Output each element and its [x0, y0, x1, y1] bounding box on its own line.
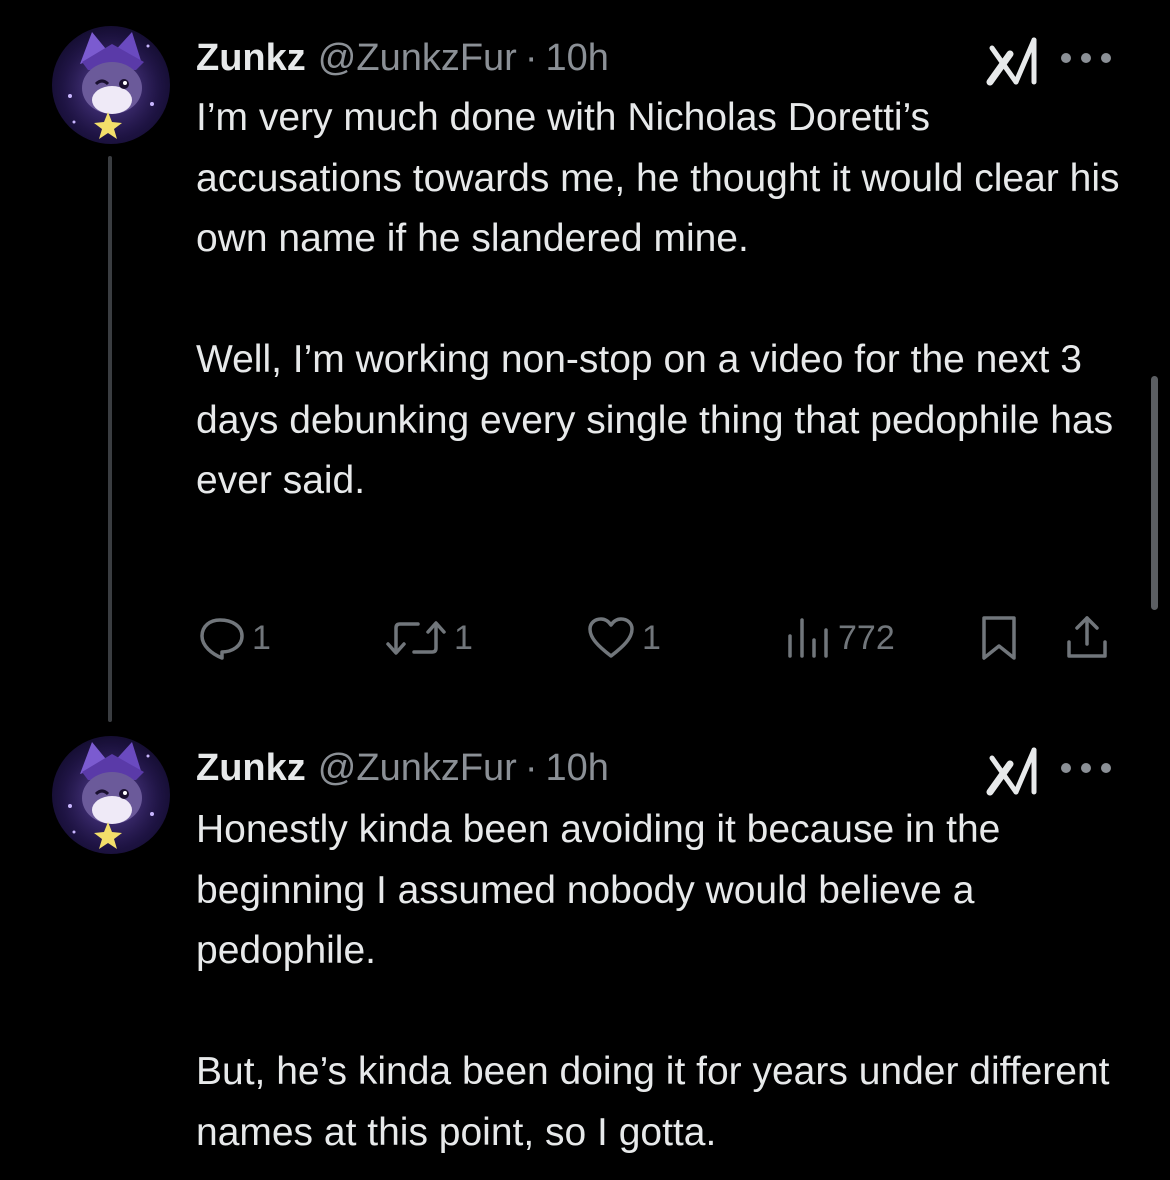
timestamp[interactable]: 10h — [546, 738, 609, 798]
tweet-paragraph: But, he’s kinda been doing it for years … — [196, 1050, 1110, 1154]
author-handle[interactable]: @ZunkzFur — [318, 28, 517, 88]
furry-character-avatar-icon — [52, 736, 170, 854]
more-options-icon[interactable] — [1058, 760, 1114, 776]
tweet-actions: 1 1 1 772 — [0, 608, 1170, 668]
heart-icon — [588, 617, 634, 658]
separator-dot: · — [524, 37, 538, 79]
tweet-text: I’m very much done with Nicholas Doretti… — [196, 88, 1136, 512]
avatar[interactable] — [52, 736, 170, 854]
furry-character-avatar-icon — [52, 26, 170, 144]
views-count: 772 — [838, 618, 895, 657]
retweet-icon — [386, 621, 446, 655]
bookmark-icon — [982, 616, 1016, 660]
grok-x-icon[interactable] — [986, 34, 1044, 86]
bookmark-button[interactable] — [978, 608, 1020, 668]
reply-button[interactable]: 1 — [198, 608, 271, 668]
grok-x-icon[interactable] — [986, 744, 1044, 796]
author-name[interactable]: Zunkz — [196, 738, 306, 798]
views-chart-icon — [788, 618, 828, 658]
reply-count: 1 — [252, 618, 271, 657]
retweet-count: 1 — [454, 618, 473, 657]
views-button[interactable]: 772 — [784, 608, 895, 668]
tweet-paragraph: Well, I’m working non-stop on a video fo… — [196, 338, 1114, 502]
like-button[interactable]: 1 — [586, 608, 661, 668]
avatar[interactable] — [52, 26, 170, 144]
like-count: 1 — [642, 618, 661, 657]
retweet-button[interactable]: 1 — [384, 608, 473, 668]
tweet[interactable]: Zunkz @ZunkzFur · 10h Honestly kinda bee… — [0, 720, 1170, 1180]
author-handle[interactable]: @ZunkzFur — [318, 738, 517, 798]
tweet-header: Zunkz @ZunkzFur · 10h — [196, 738, 609, 798]
tweet-paragraph: Honestly kinda been avoiding it because … — [196, 808, 1001, 972]
reply-icon — [200, 618, 244, 660]
tweet-header: Zunkz @ZunkzFur · 10h — [196, 28, 609, 88]
timestamp[interactable]: 10h — [546, 28, 609, 88]
separator-dot: · — [524, 747, 538, 789]
tweet[interactable]: Zunkz @ZunkzFur · 10h I’m very much done… — [0, 0, 1170, 722]
author-name[interactable]: Zunkz — [196, 28, 306, 88]
scrollbar[interactable] — [1151, 376, 1158, 610]
share-icon — [1067, 616, 1107, 658]
more-options-icon[interactable] — [1058, 50, 1114, 66]
tweet-text: Honestly kinda been avoiding it because … — [196, 800, 1136, 1163]
share-button[interactable] — [1064, 608, 1110, 668]
tweet-paragraph: I’m very much done with Nicholas Doretti… — [196, 96, 1120, 260]
